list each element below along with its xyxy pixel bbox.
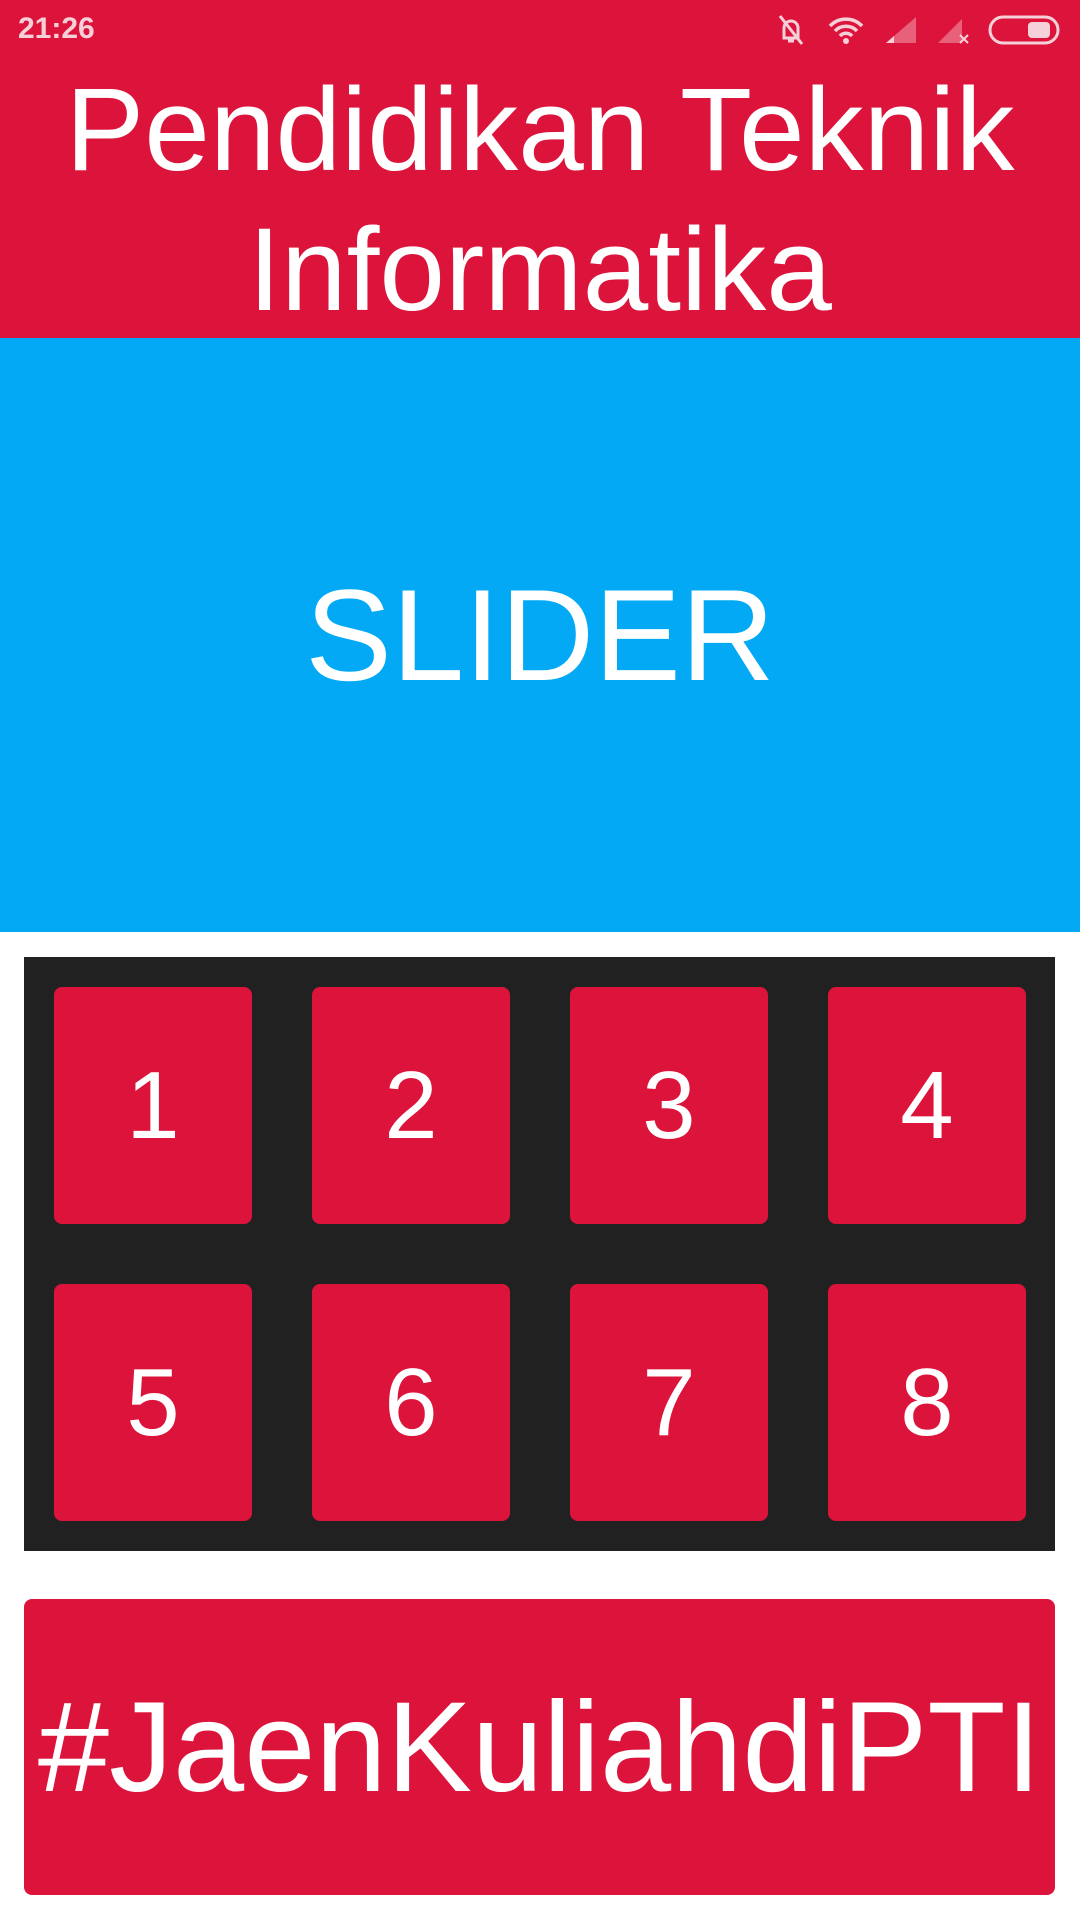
battery-icon — [988, 15, 1060, 45]
wifi-icon — [828, 17, 864, 44]
status-bar: 21:26 — [0, 0, 1080, 60]
status-time: 21:26 — [18, 12, 95, 45]
menu-tile-4[interactable]: 4 — [828, 987, 1026, 1224]
hashtag-label: #JaenKuliahdiPTI — [37, 1675, 1042, 1819]
menu-tile-5[interactable]: 5 — [54, 1284, 252, 1521]
hashtag-button[interactable]: #JaenKuliahdiPTI — [24, 1599, 1055, 1895]
image-slider[interactable]: SLIDER — [0, 338, 1080, 932]
menu-tile-6[interactable]: 6 — [312, 1284, 510, 1521]
menu-tile-2[interactable]: 2 — [312, 987, 510, 1224]
page-title: Pendidikan Teknik Informatika — [65, 64, 1015, 336]
signal-no-sim-icon — [938, 19, 969, 44]
menu-tile-7[interactable]: 7 — [570, 1284, 768, 1521]
menu-grid: 1 2 3 4 5 6 7 8 — [24, 957, 1055, 1551]
menu-tile-8[interactable]: 8 — [828, 1284, 1026, 1521]
menu-tile-3[interactable]: 3 — [570, 987, 768, 1224]
signal-icon — [886, 17, 916, 43]
menu-tile-1[interactable]: 1 — [54, 987, 252, 1224]
mute-bell-icon — [778, 15, 804, 45]
slider-label: SLIDER — [305, 562, 775, 708]
app-header: 21:26 Pendidikan Teknik Informatika — [0, 0, 1080, 338]
